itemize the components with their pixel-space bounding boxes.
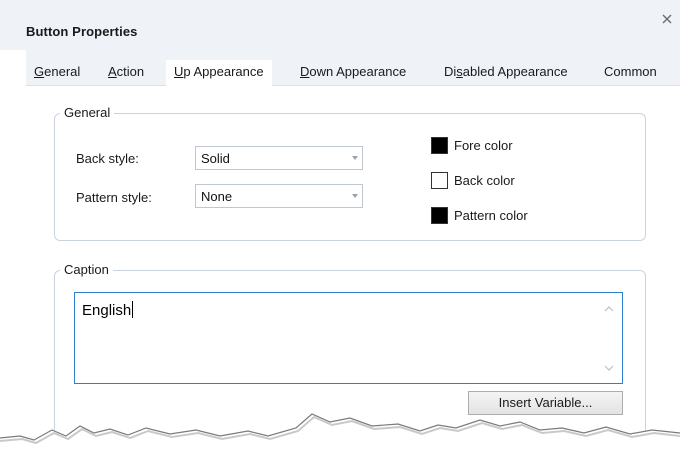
pattern-style-value: None: [201, 189, 233, 204]
caption-textarea[interactable]: English: [74, 292, 623, 384]
tab-common[interactable]: Common: [604, 64, 657, 79]
general-group-title: General: [60, 105, 115, 120]
back-style-value: Solid: [201, 151, 230, 166]
caption-group-title: Caption: [60, 262, 113, 277]
fore-color-swatch[interactable]: [431, 137, 448, 154]
scroll-down-icon[interactable]: [604, 365, 614, 372]
tab-action[interactable]: Action: [108, 64, 144, 79]
general-group: [54, 113, 646, 241]
back-color-swatch[interactable]: [431, 172, 448, 189]
tab-up-appearance[interactable]: Up Appearance: [166, 60, 272, 87]
close-icon[interactable]: [660, 12, 674, 26]
chevron-down-icon: [352, 194, 358, 198]
tab-down-appearance[interactable]: Down Appearance: [300, 64, 406, 79]
pattern-color-swatch[interactable]: [431, 207, 448, 224]
pattern-style-label: Pattern style:: [76, 190, 152, 205]
caption-text: English: [82, 302, 132, 319]
tab-strip: General Action Up Appearance Down Appear…: [26, 50, 680, 87]
fore-color-label: Fore color: [454, 138, 513, 153]
dialog-title: Button Properties: [26, 24, 138, 39]
back-color-label: Back color: [454, 173, 515, 188]
scroll-up-icon[interactable]: [604, 305, 614, 312]
tab-general[interactable]: General: [34, 64, 80, 79]
back-style-label: Back style:: [76, 151, 139, 166]
title-bar: Button Properties: [0, 0, 680, 50]
tab-content-up-appearance: General Back style: Solid Pattern style:…: [26, 86, 680, 451]
pattern-color-label: Pattern color: [454, 208, 528, 223]
caption-text-wrap: English: [82, 301, 134, 319]
chevron-down-icon: [352, 156, 358, 160]
text-caret: [132, 301, 134, 318]
pattern-style-select[interactable]: None: [195, 184, 363, 208]
button-properties-dialog: Button Properties General Action Up Appe…: [0, 0, 680, 451]
torn-edge-decoration: [0, 413, 680, 451]
tab-disabled-appearance[interactable]: Disabled Appearance: [444, 64, 568, 79]
back-style-select[interactable]: Solid: [195, 146, 363, 170]
